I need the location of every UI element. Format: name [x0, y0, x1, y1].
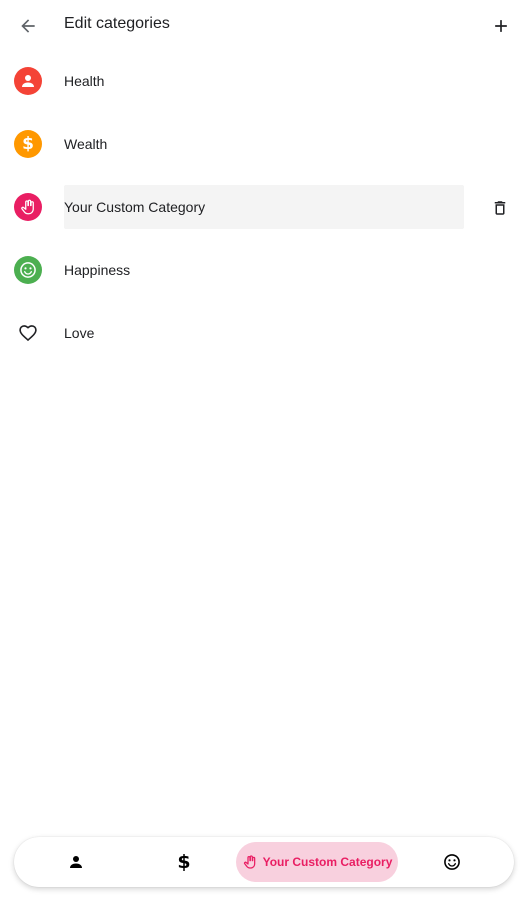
back-button[interactable]	[14, 12, 42, 40]
edit-categories-screen: Edit categories Health $ Wealth Your Cus…	[0, 0, 527, 900]
category-row-love[interactable]: Love	[0, 302, 527, 365]
category-row-health[interactable]: Health	[0, 50, 527, 113]
person-icon	[70, 856, 82, 868]
category-label: Wealth	[64, 136, 108, 152]
app-bar: Edit categories	[0, 0, 527, 52]
add-category-button[interactable]	[487, 12, 515, 40]
category-label-field[interactable]: Health	[64, 59, 464, 103]
tab-health[interactable]	[56, 842, 96, 882]
page-title: Edit categories	[64, 15, 170, 32]
category-list: Health $ Wealth Your Custom Category Hap…	[0, 50, 527, 365]
category-label-field[interactable]: Wealth	[64, 122, 464, 166]
tab-wealth[interactable]: $	[164, 842, 204, 882]
category-label: Love	[64, 325, 95, 341]
delete-category-button[interactable]	[487, 195, 513, 221]
dollar-icon: $	[14, 130, 42, 158]
dollar-icon: $	[177, 850, 191, 873]
smiley-icon	[444, 854, 460, 870]
tab-label: Your Custom Category	[262, 855, 393, 869]
tab-custom-category[interactable]: Your Custom Category	[236, 842, 398, 882]
trash-icon	[494, 201, 506, 215]
category-row-custom[interactable]: Your Custom Category	[0, 176, 527, 239]
hand-icon	[243, 855, 255, 869]
bottom-tab-bar: $ Your Custom Category	[14, 837, 514, 887]
heart-outline-icon	[14, 319, 42, 347]
smiley-icon	[14, 256, 42, 284]
plus-icon	[495, 20, 507, 32]
category-row-happiness[interactable]: Happiness	[0, 239, 527, 302]
category-label: Health	[64, 73, 105, 89]
category-label-field[interactable]: Happiness	[64, 248, 464, 292]
category-label-field-selected[interactable]: Your Custom Category	[64, 185, 464, 229]
person-icon	[14, 67, 42, 95]
category-label: Happiness	[64, 262, 131, 278]
hand-icon	[14, 193, 42, 221]
tab-happiness[interactable]	[432, 842, 472, 882]
arrow-back-icon	[21, 19, 35, 33]
category-label-field[interactable]: Love	[64, 311, 464, 355]
category-row-wealth[interactable]: $ Wealth	[0, 113, 527, 176]
category-label: Your Custom Category	[64, 199, 206, 215]
